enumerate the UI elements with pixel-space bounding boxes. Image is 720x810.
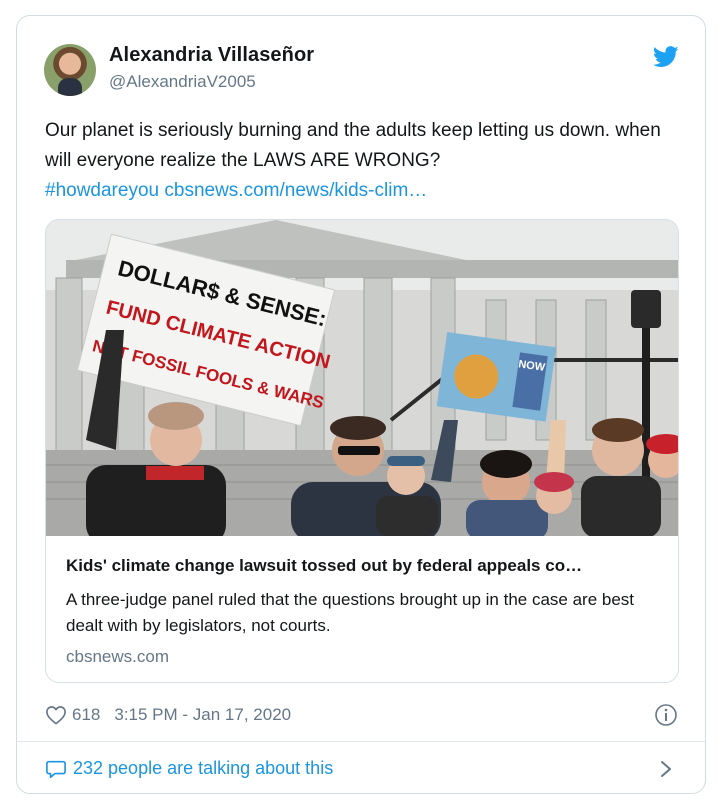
tweet-meta: 618 3:15 PM - Jan 17, 2020: [45, 703, 291, 727]
twitter-bird-icon[interactable]: [653, 46, 679, 68]
article-photo[interactable]: DOLLAR$ & SENSE: FUND CLIMATE ACTION NOT…: [46, 220, 679, 536]
chevron-right-icon[interactable]: [659, 758, 673, 780]
tweet-text: Our planet is seriously burning and the …: [45, 116, 685, 206]
like-count[interactable]: 618: [72, 705, 100, 725]
tweet-card: Alexandria Villaseñor @AlexandriaV2005 O…: [16, 15, 706, 794]
speech-bubble-icon: [46, 760, 66, 778]
divider: [17, 741, 705, 742]
tweet-body: Our planet is seriously burning and the …: [45, 120, 661, 171]
article-link[interactable]: cbsnews.com/news/kids-clim…: [164, 180, 427, 201]
link-card-domain: cbsnews.com: [66, 647, 169, 666]
conversation-label[interactable]: 232 people are talking about this: [73, 758, 333, 779]
info-icon[interactable]: [654, 703, 678, 727]
hashtag-link[interactable]: #howdareyou: [45, 180, 159, 201]
author-name[interactable]: Alexandria Villaseñor: [109, 44, 314, 67]
tweet-timestamp[interactable]: 3:15 PM - Jan 17, 2020: [114, 705, 291, 725]
conversation-link[interactable]: 232 people are talking about this: [45, 758, 333, 779]
link-card-title[interactable]: Kids' climate change lawsuit tossed out …: [66, 556, 666, 576]
author-handle[interactable]: @AlexandriaV2005: [109, 72, 256, 92]
link-card-description: A three-judge panel ruled that the quest…: [66, 590, 635, 635]
avatar[interactable]: [44, 44, 96, 96]
heart-icon[interactable]: [45, 705, 67, 725]
link-card[interactable]: DOLLAR$ & SENSE: FUND CLIMATE ACTION NOT…: [45, 219, 679, 683]
